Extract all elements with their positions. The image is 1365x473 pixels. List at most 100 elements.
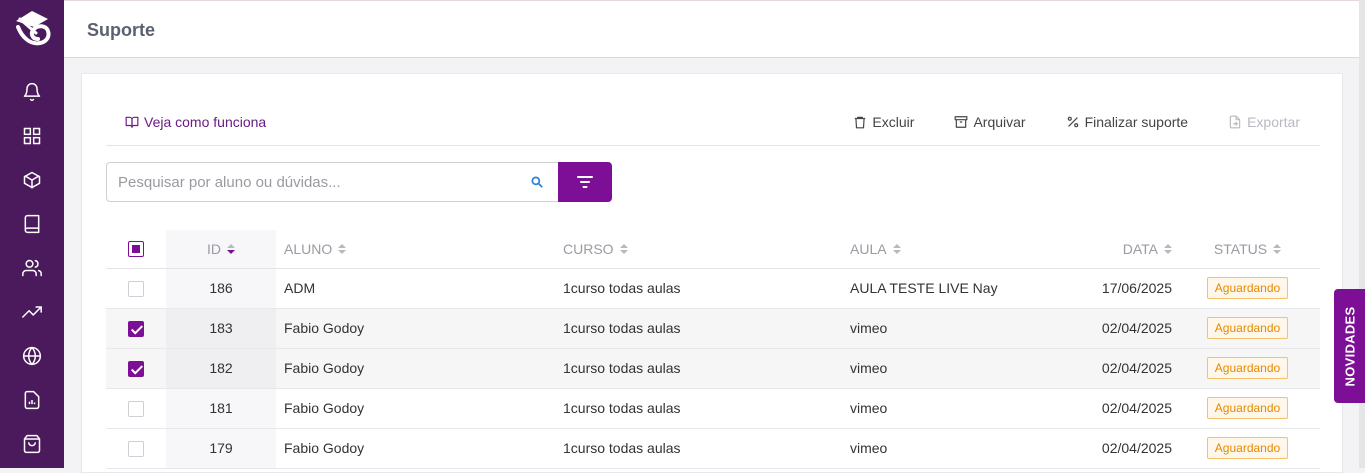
header-status[interactable]: STATUS (1175, 230, 1320, 269)
row-id: 181 (166, 388, 276, 429)
header-data[interactable]: DATA (1050, 230, 1175, 269)
filter-icon (577, 176, 593, 188)
row-select-cell (106, 428, 166, 469)
status-badge: Aguardando (1206, 277, 1289, 299)
sidebar-item-students[interactable] (0, 246, 64, 290)
users-icon (22, 259, 42, 277)
row-data: 02/04/2025 (1050, 348, 1175, 389)
row-checkbox[interactable] (128, 440, 144, 457)
sidebar-item-notifications[interactable] (0, 70, 64, 114)
how-it-works-label: Veja como funciona (144, 114, 267, 130)
sort-icon (338, 243, 347, 254)
select-all-cell (106, 230, 166, 269)
sort-icon (227, 243, 235, 254)
how-it-works-link[interactable]: Veja como funciona (125, 114, 266, 130)
trending-icon (22, 306, 42, 318)
row-aluno: Fabio Godoy (276, 428, 563, 469)
row-id: 186 (166, 268, 276, 309)
row-status-cell: Aguardando (1175, 388, 1320, 429)
table-row[interactable]: 179 Fabio Godoy 1curso todas aulas vimeo… (106, 428, 1320, 469)
globe-icon (22, 346, 42, 366)
table-row[interactable]: 182 Fabio Godoy 1curso todas aulas vimeo… (106, 348, 1320, 389)
select-all-checkbox[interactable] (128, 241, 144, 258)
top-bar: Suporte (64, 0, 1359, 58)
row-aula: vimeo (850, 348, 1050, 389)
delete-button[interactable]: Excluir (853, 114, 914, 130)
row-select-cell (106, 268, 166, 309)
sort-icon (1273, 243, 1282, 254)
row-aula: AULA TESTE LIVE Nay (850, 268, 1050, 309)
finish-support-label: Finalizar suporte (1084, 114, 1189, 130)
finish-support-button[interactable]: Finalizar suporte (1066, 114, 1189, 130)
open-book-icon (125, 116, 139, 128)
status-badge: Aguardando (1206, 357, 1289, 379)
archive-icon (955, 116, 968, 128)
search-box (106, 162, 558, 202)
row-curso: 1curso todas aulas (563, 428, 850, 469)
status-badge: Aguardando (1206, 397, 1289, 419)
toolbar-actions: Excluir Arquivar Finalizar suporte Expor… (853, 114, 1300, 130)
sidebar-nav (0, 70, 64, 466)
header-id[interactable]: ID (166, 230, 276, 269)
row-select-cell (106, 308, 166, 349)
export-label: Exportar (1247, 114, 1300, 130)
table-header-row: ID ALUNO CURSO AULA DATA STATUS (106, 230, 1320, 269)
row-aluno: ADM (276, 268, 563, 309)
row-checkbox[interactable] (128, 400, 144, 417)
search-input[interactable] (107, 163, 517, 201)
sidebar-item-products[interactable] (0, 158, 64, 202)
table-row[interactable]: 186 ADM 1curso todas aulas AULA TESTE LI… (106, 268, 1320, 309)
row-status-cell: Aguardando (1175, 308, 1320, 349)
row-aluno: Fabio Godoy (276, 388, 563, 429)
row-data: 02/04/2025 (1050, 428, 1175, 469)
row-aula: vimeo (850, 308, 1050, 349)
row-aula: vimeo (850, 428, 1050, 469)
brand-logo-icon[interactable] (10, 7, 54, 51)
news-tab-label: NOVIDADES (1342, 306, 1357, 386)
table-row[interactable]: 181 Fabio Godoy 1curso todas aulas vimeo… (106, 388, 1320, 429)
filter-button[interactable] (558, 162, 612, 202)
row-aula: vimeo (850, 388, 1050, 429)
export-button[interactable]: Exportar (1228, 114, 1300, 130)
trash-icon (855, 116, 866, 129)
row-select-cell (106, 388, 166, 429)
book-icon (24, 214, 40, 234)
row-checkbox[interactable] (128, 280, 144, 297)
row-curso: 1curso todas aulas (563, 348, 850, 389)
box-icon (23, 171, 41, 189)
sidebar-item-site[interactable] (0, 334, 64, 378)
header-status-label: STATUS (1213, 240, 1268, 257)
row-id: 183 (166, 308, 276, 349)
row-curso: 1curso todas aulas (563, 308, 850, 349)
table-row[interactable]: 183 Fabio Godoy 1curso todas aulas vimeo… (106, 308, 1320, 349)
row-data: 17/06/2025 (1050, 268, 1175, 309)
grid-icon (23, 127, 41, 145)
sidebar-item-store[interactable] (0, 422, 64, 466)
archive-button[interactable]: Arquivar (954, 114, 1026, 130)
header-id-label: ID (207, 240, 221, 257)
row-checkbox[interactable] (128, 360, 144, 377)
row-checkbox[interactable] (128, 320, 144, 337)
status-badge: Aguardando (1206, 317, 1289, 339)
sidebar-item-dashboard[interactable] (0, 114, 64, 158)
header-aluno[interactable]: ALUNO (276, 230, 563, 269)
news-tab-button[interactable]: NOVIDADES (1334, 289, 1365, 403)
row-data: 02/04/2025 (1050, 388, 1175, 429)
row-select-cell (106, 348, 166, 389)
row-id: 179 (166, 428, 276, 469)
header-curso[interactable]: CURSO (563, 230, 850, 269)
shopping-bag-icon (23, 434, 41, 454)
toolbar: Veja como funciona Excluir Arquivar Fina… (106, 104, 1320, 146)
sidebar-item-reports[interactable] (0, 290, 64, 334)
sidebar-item-documents[interactable] (0, 378, 64, 422)
row-status-cell: Aguardando (1175, 268, 1320, 309)
bell-icon (23, 82, 41, 102)
row-curso: 1curso todas aulas (563, 268, 850, 309)
sort-icon (1164, 243, 1172, 254)
percent-icon (1067, 116, 1078, 128)
delete-label: Excluir (872, 114, 915, 130)
sidebar-item-courses[interactable] (0, 202, 64, 246)
search-icon[interactable] (530, 175, 544, 189)
archive-label: Arquivar (973, 114, 1026, 130)
header-aula[interactable]: AULA (850, 230, 1050, 269)
